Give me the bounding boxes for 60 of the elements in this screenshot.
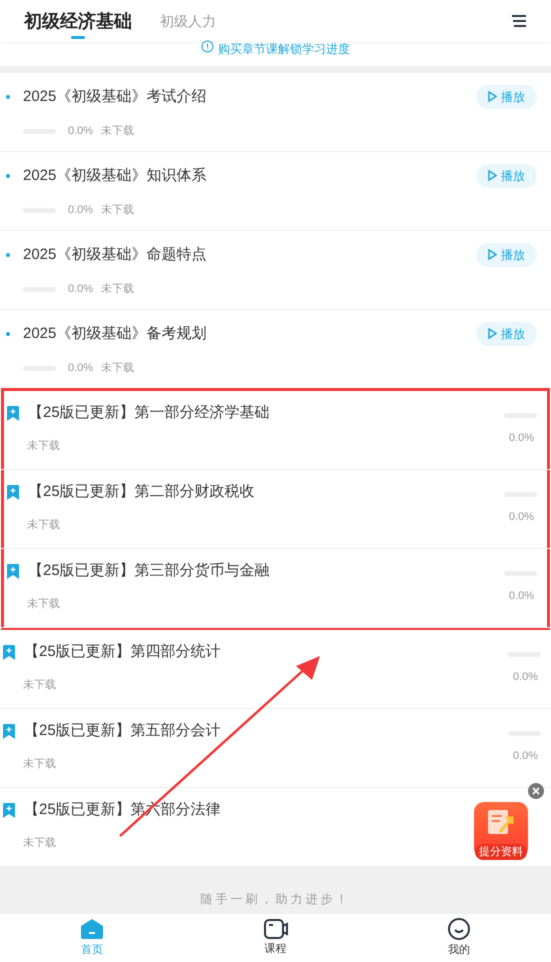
bullet-icon [6,252,10,257]
play-button[interactable]: 播放 [476,84,537,109]
chapter-title: 【25版已更新】第一部分经济学基础 [28,403,270,423]
download-status: 未下载 [27,438,60,454]
tab[interactable]: 初级经济基础 [24,3,132,39]
download-status: 未下载 [27,518,60,532]
home-icon [80,918,104,940]
progress-percent: 0.0% [68,124,94,139]
lesson-title: 2025《初级基础》命题特点 [23,244,206,264]
chapter-title: 【25版已更新】第五部分会计 [24,721,221,741]
progress-percent: 0.0% [68,202,94,218]
smiley-icon [448,918,470,940]
notice-text: 购买章节课解锁学习进度 [218,41,350,58]
progress-percent: 0.0% [508,431,534,446]
close-icon [532,787,540,795]
video-camera-icon [264,918,288,939]
promo-badge[interactable]: 提分资料 [474,802,528,858]
lesson-title: 2025《初级基础》备考规划 [23,324,206,344]
bookmark-icon [3,724,15,739]
bookmark-icon [7,564,19,579]
progress-percent: 0.0% [512,749,538,764]
lesson-title: 2025《初级基础》知识体系 [23,166,206,186]
bookmark-icon [3,802,15,818]
chapter-title: 【25版已更新】第四部分统计 [24,642,221,662]
play-icon [488,328,497,340]
bullet-icon [6,332,10,336]
download-status: 未下载 [23,678,56,692]
play-icon [488,249,497,260]
progress-percent: 0.0% [512,670,538,686]
info-icon [201,40,214,53]
nav-tab[interactable]: 我的 [367,914,551,962]
progress-percent: 0.0% [508,510,534,526]
menu-icon[interactable] [511,14,527,28]
tab[interactable]: 初级人力 [160,3,216,39]
slogan: 随手一刷，助力进步！ [200,891,350,908]
nav-tab[interactable]: 课程 [184,914,368,962]
play-icon [488,91,497,102]
download-status: 未下载 [101,124,134,139]
chapter-title: 【25版已更新】第三部分货币与金融 [28,561,270,581]
bookmark-icon [7,484,19,500]
bullet-icon [6,94,10,99]
download-status: 未下载 [23,756,56,772]
progress-percent: 0.0% [68,360,94,376]
progress-percent: 0.0% [508,589,534,604]
bookmark-icon [7,406,19,421]
chapter-title: 【25版已更新】第二部分财政税收 [28,482,255,502]
lesson-title: 2025《初级基础》考试介绍 [23,86,206,106]
download-status: 未下载 [101,360,134,376]
nav-tab[interactable]: 首页 [0,914,184,962]
bookmark-icon [3,644,15,660]
download-status: 未下载 [101,282,134,297]
play-button[interactable]: 播放 [476,164,537,188]
play-button[interactable]: 播放 [476,242,537,267]
progress-percent: 0.0% [68,282,94,297]
play-button[interactable]: 播放 [476,322,537,346]
play-icon [488,170,497,182]
download-status: 未下载 [27,596,60,612]
download-status: 未下载 [23,836,56,850]
download-status: 未下载 [101,202,134,218]
bullet-icon [6,174,10,178]
